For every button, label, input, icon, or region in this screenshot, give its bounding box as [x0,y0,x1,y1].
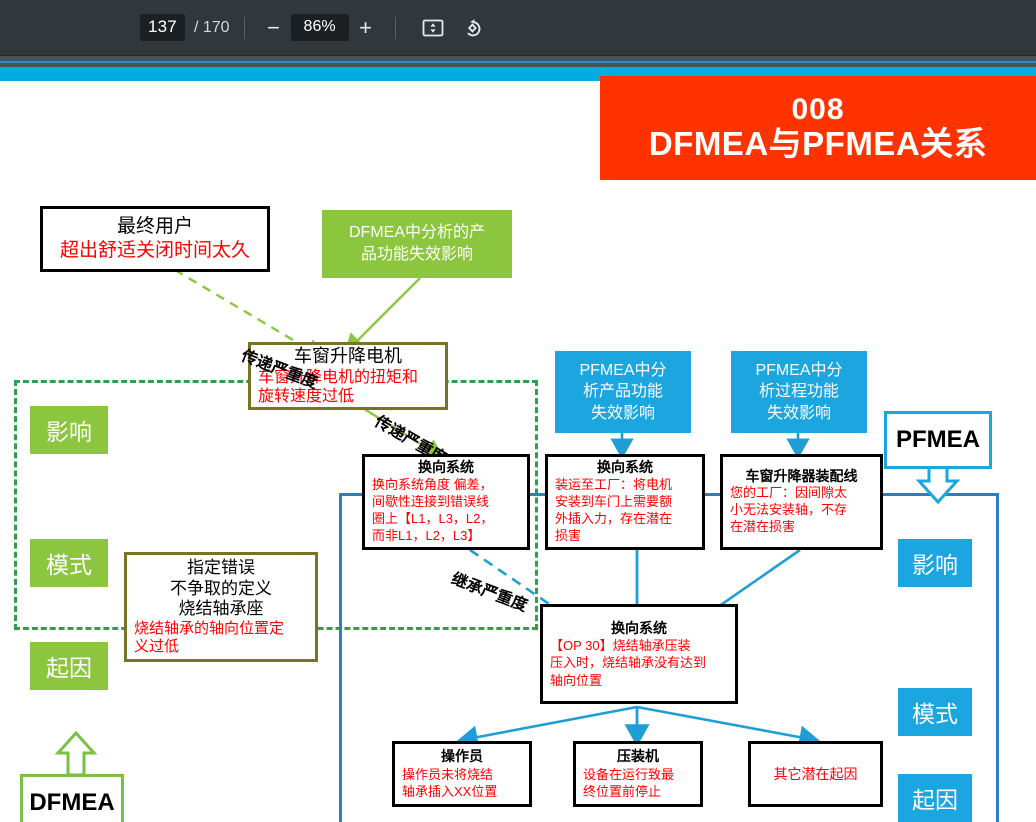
page-number-input[interactable]: 137 [140,14,185,41]
pfmea-cause-1-line2: 轴承插入XX位置 [402,784,498,800]
dfmea-chip-mode: 模式 [30,539,108,587]
slide-title-number: 008 [791,93,845,127]
dfmea-cause-line1: 指定错误 [187,558,255,578]
dfmea-badge-label: DFMEA [29,789,115,816]
slide-title-text: DFMEA与PFMEA关系 [648,124,988,162]
dfmea-chip-effect-label: 影响 [46,419,92,445]
pfmea-callout-process-line1: PFMEA中分 [755,361,843,379]
dfmea-cause-detail-2: 义过低 [134,637,180,655]
pfmea-cause-box-2[interactable]: 压装机 设备在运行致最 终位置前停止 [573,741,703,807]
pfmea-mode-line3: 轴向位置 [550,672,603,688]
pfmea-callout-process: PFMEA中分 析过程功能 失效影响 [731,351,867,433]
pfmea-effect-box-3[interactable]: 车窗升降器装配线 您的工厂：因间隙太 小无法安装轴，不存 在潜在损害 [720,454,883,550]
rotate-icon[interactable] [456,13,490,43]
pfmea-effect-1-line4: 而非L1，L2，L3】 [372,527,481,543]
pfmea-callout-process-line3: 失效影响 [766,404,831,422]
pfmea-effect-2-line2: 安装到车门上需要额 [555,493,673,509]
slide-canvas: 008 DFMEA与PFMEA关系 最终用户 超出舒适关闭时间太久 DFMEA中… [0,56,1036,822]
pfmea-mode-box[interactable]: 换向系统 【OP 30】烧结轴承压装 压入时，烧结轴承没有达到 轴向位置 [540,604,738,704]
zoom-out-button[interactable]: − [259,13,289,43]
pfmea-cause-1-heading: 操作员 [441,748,483,765]
dfmea-chip-cause: 起因 [30,642,108,690]
pfmea-effect-2-heading: 换向系统 [597,459,653,476]
end-user-detail: 超出舒适关闭时间太久 [59,240,250,261]
fit-page-icon[interactable] [416,13,450,43]
slide-title-banner: 008 DFMEA与PFMEA关系 [600,76,1036,180]
pfmea-cause-2-line2: 终位置前停止 [583,784,662,800]
dfmea-badge-arrow [54,731,98,777]
pfmea-cause-1-line1: 操作员未将烧结 [402,766,494,782]
pfmea-chip-effect: 影响 [898,539,972,587]
pfmea-effect-1-line1: 换向系统角度 偏差， [372,476,493,492]
pfmea-cause-2-line1: 设备在运行致最 [583,766,675,782]
zoom-level-display[interactable]: 86% [290,14,349,41]
pfmea-callout-product: PFMEA中分 析产品功能 失效影响 [555,351,691,433]
pfmea-cause-3-line1: 其它潜在起因 [773,765,858,782]
dfmea-cause-box[interactable]: 指定错误 不争取的定义 烧结轴承座 烧结轴承的轴向位置定 义过低 [124,552,318,662]
zoom-in-button[interactable]: + [351,13,381,43]
pfmea-effect-2-line3: 外插入力，存在潜在 [555,510,673,526]
pfmea-effect-1-line2: 间歇性连接到错误线 [372,493,490,509]
page-total-label: / 170 [193,18,230,36]
pfmea-chip-mode: 模式 [898,688,972,736]
pfmea-callout-product-line1: PFMEA中分 [579,361,667,379]
pfmea-callout-process-line2: 析过程功能 [758,383,839,401]
toolbar-controls: 137 / 170 − 86% + [140,13,490,43]
dfmea-cause-line2: 不争取的定义 [170,578,272,598]
pfmea-mode-line2: 压入时，烧结轴承没有达到 [550,655,707,671]
dfmea-cause-detail-1: 烧结轴承的轴向位置定 [134,619,285,637]
pfmea-effect-2-line4: 损害 [555,527,582,543]
pdf-toolbar: 137 / 170 − 86% + [0,0,1036,56]
pfmea-effect-3-line1: 您的工厂：因间隙太 [730,485,848,501]
pfmea-cause-box-1[interactable]: 操作员 操作员未将烧结 轴承插入XX位置 [392,741,532,807]
dfmea-cause-line3: 烧结轴承座 [178,599,264,619]
window-motor-detail-2: 旋转速度过低 [258,387,355,405]
pfmea-cause-box-3[interactable]: 其它潜在起因 [748,741,883,807]
pfmea-mode-line1: 【OP 30】烧结轴承压装 [550,637,691,653]
pfmea-callout-product-line3: 失效影响 [590,404,655,422]
pfmea-effect-box-2[interactable]: 换向系统 装运至工厂：将电机 安装到车门上需要额 外插入力，存在潜在 损害 [545,454,705,550]
pfmea-badge-arrow [915,465,961,505]
dfmea-chip-mode-label: 模式 [46,552,92,578]
pfmea-chip-cause-label: 起因 [912,787,958,813]
pfmea-effect-1-heading: 换向系统 [418,459,474,476]
pfmea-chip-effect-label: 影响 [912,552,958,578]
dfmea-badge[interactable]: DFMEA [20,774,124,822]
dfmea-callout: DFMEA中分析的产 品功能失效影响 [322,210,512,278]
pfmea-effect-1-line3: 圈上【L1，L3，L2， [372,510,494,526]
end-user-heading: 最终用户 [116,216,193,238]
pfmea-badge-label: PFMEA [896,426,980,453]
pfmea-effect-3-line3: 在潜在损害 [730,519,796,535]
end-user-box[interactable]: 最终用户 超出舒适关闭时间太久 [40,206,270,272]
pfmea-cause-2-heading: 压装机 [617,748,659,765]
pfmea-effect-box-1[interactable]: 换向系统 换向系统角度 偏差， 间歇性连接到错误线 圈上【L1，L3，L2， 而… [362,454,530,550]
toolbar-divider-2 [394,16,396,39]
pfmea-effect-3-heading: 车窗升降器装配线 [745,467,858,484]
dfmea-chip-effect: 影响 [30,406,108,454]
pfmea-badge[interactable]: PFMEA [884,411,992,469]
dfmea-callout-line1: DFMEA中分析的产 [348,224,485,242]
dfmea-chip-cause-label: 起因 [46,655,92,681]
pfmea-effect-3-line2: 小无法安装轴，不存 [730,502,848,518]
pfmea-effect-2-line1: 装运至工厂：将电机 [555,476,673,492]
pfmea-mode-heading: 换向系统 [611,619,667,636]
pfmea-chip-cause: 起因 [898,774,972,822]
pfmea-callout-product-line2: 析产品功能 [582,383,663,401]
slide-top-thin-line [0,61,1036,63]
dfmea-callout-line2: 品功能失效影响 [360,246,473,263]
toolbar-divider-1 [243,16,245,39]
pfmea-chip-mode-label: 模式 [912,701,958,727]
